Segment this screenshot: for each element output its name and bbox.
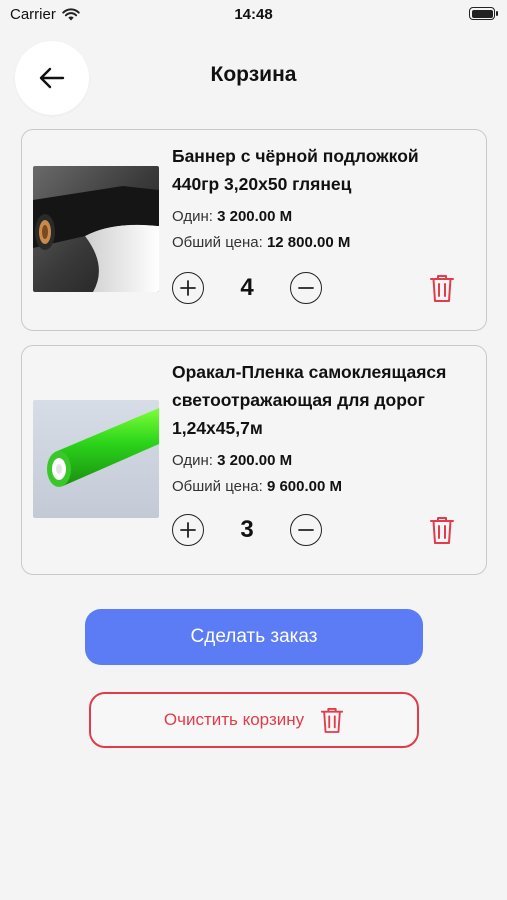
increase-quantity-button[interactable] — [172, 272, 204, 304]
total-price-label: Обший цена: — [172, 478, 263, 495]
quantity-value: 3 — [240, 516, 254, 543]
unit-price: Один: 3 200.00 M — [172, 206, 470, 228]
plus-icon — [180, 280, 196, 296]
delete-item-button[interactable] — [428, 272, 456, 304]
plus-icon — [180, 522, 196, 538]
delete-item-button[interactable] — [428, 514, 456, 546]
product-image[interactable] — [33, 400, 159, 518]
product-name[interactable]: Оракал-Пленка самоклеящаяся светоотражаю… — [172, 358, 470, 442]
product-name[interactable]: Баннер с чёрной подложкой 440гр 3,20х50 … — [172, 142, 470, 198]
cart-item-card: Баннер с чёрной подложкой 440гр 3,20х50 … — [21, 129, 487, 331]
decrease-quantity-button[interactable] — [290, 514, 322, 546]
clock: 14:48 — [234, 6, 273, 23]
total-price: Обший цена: 9 600.00 M — [172, 476, 470, 498]
quantity-stepper: 3 — [172, 514, 470, 546]
trash-icon — [430, 517, 454, 544]
unit-price-label: Один: — [172, 208, 213, 225]
total-price: Обший цена: 12 800.00 M — [172, 232, 470, 254]
unit-price-value: 3 200.00 M — [217, 452, 293, 469]
unit-price-label: Один: — [172, 452, 213, 469]
quantity-value: 4 — [240, 274, 254, 301]
trash-icon — [321, 708, 344, 733]
product-image[interactable] — [33, 166, 159, 292]
total-price-value: 12 800.00 M — [266, 234, 351, 251]
minus-icon — [298, 529, 314, 531]
clear-cart-label: Очистить корзину — [163, 710, 305, 729]
status-bar: Carrier 14:48 — [0, 0, 507, 30]
minus-icon — [298, 287, 314, 289]
increase-quantity-button[interactable] — [172, 514, 204, 546]
decrease-quantity-button[interactable] — [290, 272, 322, 304]
page-title: Корзина — [210, 63, 297, 86]
unit-price-value: 3 200.00 M — [217, 208, 293, 225]
place-order-button[interactable]: Сделать заказ — [85, 609, 423, 665]
unit-price: Один: 3 200.00 M — [172, 450, 470, 472]
total-price-value: 9 600.00 M — [266, 478, 343, 495]
trash-icon — [430, 275, 454, 302]
cart-item-card: Оракал-Пленка самоклеящаяся светоотражаю… — [21, 345, 487, 575]
battery-icon — [469, 7, 498, 20]
total-price-label: Обший цена: — [172, 234, 263, 251]
quantity-stepper: 4 — [172, 272, 470, 304]
clear-cart-button[interactable]: Очистить корзину — [89, 692, 419, 748]
